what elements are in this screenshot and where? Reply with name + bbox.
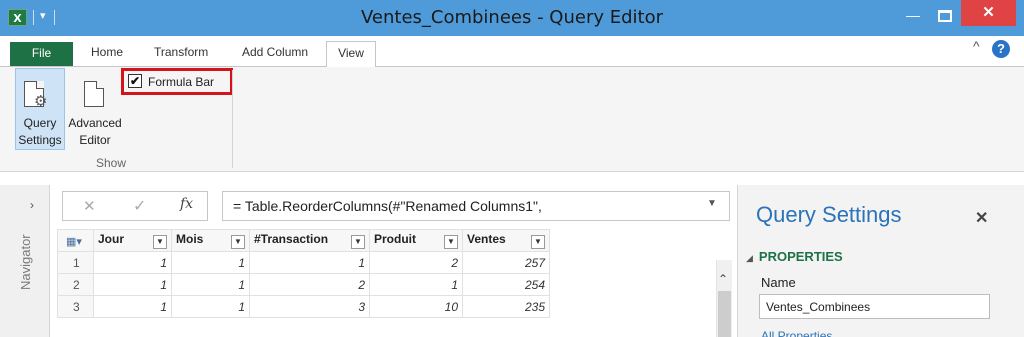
maximize-button[interactable] (930, 6, 960, 28)
query-settings-title: Query Settings (756, 202, 902, 227)
grid-header-row: ▦▾ Jour ▼ Mois ▼ #Transaction ▼ Produit ▼ Ve… (57, 229, 550, 252)
filter-dropdown-icon[interactable]: ▼ (231, 235, 245, 249)
properties-heading[interactable]: ◢ PROPERTIES (746, 249, 843, 264)
column-header-transaction[interactable]: #Transaction ▼ (249, 229, 370, 252)
table-cell[interactable]: 235 (462, 295, 550, 318)
tab-view[interactable]: View (326, 41, 376, 67)
advanced-editor-label-1[interactable]: Advanced (65, 115, 125, 132)
fx-icon[interactable]: fx (180, 196, 193, 212)
column-header-mois[interactable]: Mois ▼ (171, 229, 250, 252)
table-cell[interactable]: 1 (369, 273, 463, 296)
tab-add-column[interactable]: Add Column (242, 45, 308, 59)
ribbon-gap (0, 173, 1024, 185)
table-cell[interactable]: 1 (171, 251, 250, 274)
close-button[interactable]: ✕ (961, 0, 1016, 26)
query-settings-label-2: Settings (18, 133, 62, 147)
column-header-ventes[interactable]: Ventes ▼ (462, 229, 550, 252)
collapse-ribbon-icon[interactable]: ^ (973, 38, 980, 54)
cancel-formula-icon[interactable]: ✕ (83, 197, 96, 215)
expand-navigator-icon[interactable]: › (30, 198, 34, 212)
table-menu-icon[interactable]: ▦▾ (57, 229, 94, 252)
close-pane-icon[interactable]: ✕ (975, 208, 988, 228)
column-header-produit[interactable]: Produit ▼ (369, 229, 463, 252)
table-cell[interactable]: 3 (249, 295, 370, 318)
expand-formula-icon[interactable]: ▼ (707, 198, 717, 209)
formula-bar-label[interactable]: Formula Bar (148, 75, 214, 89)
filter-dropdown-icon[interactable]: ▼ (531, 235, 545, 249)
confirm-formula-icon[interactable]: ✓ (133, 196, 146, 216)
advanced-editor-icon[interactable] (84, 81, 104, 107)
table-cell[interactable]: 1 (93, 273, 172, 296)
table-cell[interactable]: 1 (171, 295, 250, 318)
column-header-jour[interactable]: Jour ▼ (93, 229, 172, 252)
formula-text[interactable]: = Table.ReorderColumns(#"Renamed Columns… (233, 198, 542, 214)
table-cell[interactable]: 1 (93, 251, 172, 274)
tab-transform[interactable]: Transform (154, 45, 208, 59)
filter-dropdown-icon[interactable]: ▼ (153, 235, 167, 249)
table-cell[interactable]: 2 (369, 251, 463, 274)
table-row[interactable]: 3 1 1 3 10 235 (57, 295, 550, 318)
gear-icon: ⚙ (34, 93, 48, 110)
filter-dropdown-icon[interactable]: ▼ (444, 235, 458, 249)
row-number: 3 (57, 295, 94, 318)
query-settings-label-1: Query (23, 116, 57, 130)
tab-file[interactable]: File (10, 42, 73, 66)
query-name-input[interactable] (759, 294, 990, 319)
all-properties-link[interactable]: All Properties (761, 329, 832, 337)
table-cell[interactable]: 254 (462, 273, 550, 296)
help-icon[interactable]: ? (992, 40, 1010, 58)
tab-home[interactable]: Home (91, 45, 123, 59)
table-cell[interactable]: 1 (171, 273, 250, 296)
row-number: 2 (57, 273, 94, 296)
advanced-editor-label-2[interactable]: Editor (65, 132, 125, 149)
table-cell[interactable]: 257 (462, 251, 550, 274)
table-cell[interactable]: 2 (249, 273, 370, 296)
window-title: Ventes_Combinees - Query Editor (360, 7, 664, 28)
table-cell[interactable]: 1 (93, 295, 172, 318)
table-cell[interactable]: 10 (369, 295, 463, 318)
name-label: Name (761, 275, 796, 290)
table-row[interactable]: 2 1 1 2 1 254 (57, 273, 550, 296)
table-row[interactable]: 1 1 1 1 2 257 (57, 251, 550, 274)
maximize-icon (938, 10, 952, 22)
row-number: 1 (57, 251, 94, 274)
scroll-up-icon[interactable]: ⌃ (718, 272, 728, 286)
scrollbar-thumb[interactable] (718, 291, 731, 337)
formula-bar-checkbox[interactable]: ✔ (128, 74, 142, 88)
filter-dropdown-icon[interactable]: ▼ (351, 235, 365, 249)
table-cell[interactable]: 1 (249, 251, 370, 274)
data-grid[interactable]: ▦▾ Jour ▼ Mois ▼ #Transaction ▼ Produit ▼ Ve… (57, 229, 550, 318)
navigator-label: Navigator (18, 234, 33, 290)
show-group-label: Show (96, 156, 127, 170)
minimize-button[interactable]: — (896, 6, 930, 28)
collapse-triangle-icon[interactable]: ◢ (746, 253, 753, 263)
ribbon-group-separator (232, 70, 233, 168)
